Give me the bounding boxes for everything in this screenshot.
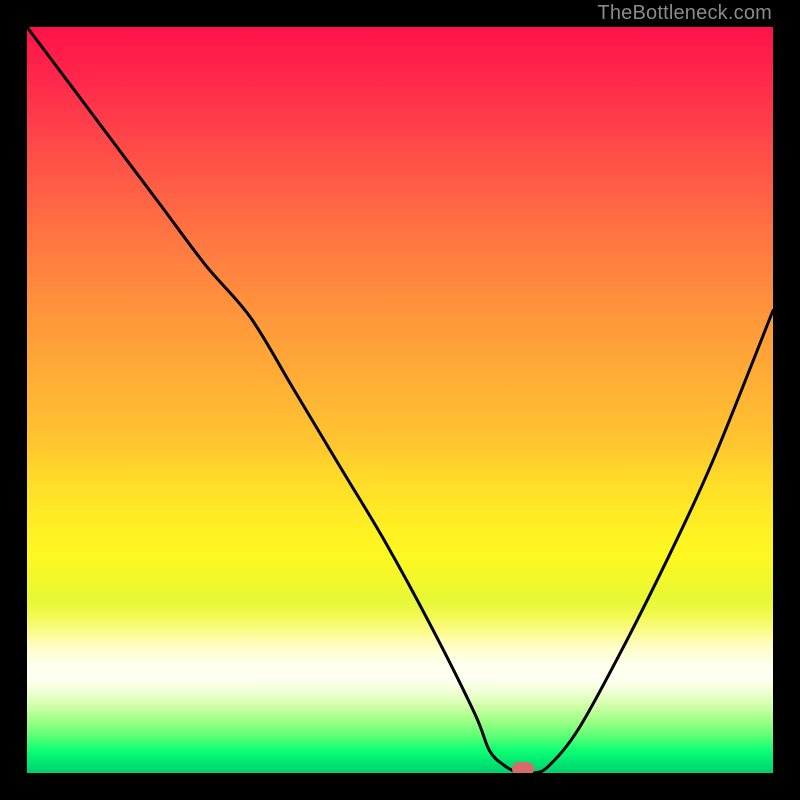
optimum-marker bbox=[512, 762, 534, 773]
bottleneck-curve bbox=[27, 27, 773, 773]
watermark-text: TheBottleneck.com bbox=[597, 2, 772, 25]
chart-frame: TheBottleneck.com bbox=[0, 0, 800, 800]
plot-area bbox=[27, 27, 773, 773]
